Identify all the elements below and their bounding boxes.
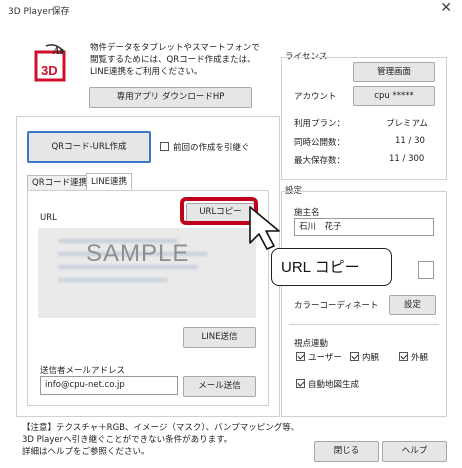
note-line-3: 詳細はヘルプをご参照ください。 — [22, 447, 150, 457]
callout-text: URL コピー — [281, 259, 360, 276]
hidden-input[interactable] — [418, 261, 434, 279]
admin-screen-button[interactable]: 管理画面 — [353, 62, 435, 82]
interior-label: 内観 — [362, 353, 380, 363]
max-save-label: 最大保存数： — [294, 156, 346, 166]
as-3d-logo: 3D As — [30, 42, 70, 84]
inherit-label: 前回の作成を引継ぐ — [173, 143, 250, 153]
help-button[interactable]: ヘルプ — [382, 441, 447, 462]
intro-text-1: 物件データをタブレットやスマートフォンで — [90, 43, 260, 53]
mail-send-button[interactable]: メール送信 — [183, 376, 256, 397]
tab-qr[interactable]: QRコード連携 — [27, 175, 93, 190]
owner-name-input[interactable]: 石川 花子 — [294, 218, 434, 236]
plan-value: プレミアム — [386, 119, 428, 129]
inherit-checkbox[interactable] — [160, 142, 169, 151]
sample-watermark: SAMPLE — [86, 240, 190, 267]
account-label: アカウント — [294, 92, 337, 102]
url-label: URL — [40, 213, 57, 223]
intro-text-3: LINE連携をご利用ください。 — [90, 67, 203, 77]
note-line-2: 3D Playerへ引き継ぐことができない条件があります。 — [22, 435, 233, 445]
note-line-1: 【注意】テクスチャ＋RGB、イメージ（マスク）、バンプマッピング等、 — [22, 423, 300, 433]
account-button[interactable]: cpu ***** — [353, 86, 435, 106]
color-coordinate-label: カラーコーディネート — [294, 301, 379, 311]
cursor-arrow-icon — [248, 205, 288, 256]
close-icon[interactable]: ✕ — [440, 0, 452, 16]
simultaneous-value: 11 / 30 — [395, 136, 425, 146]
divider — [289, 324, 439, 325]
close-button[interactable]: 閉じる — [314, 441, 379, 462]
url-blur-line — [58, 278, 168, 282]
plan-label: 利用プラン： — [294, 119, 346, 129]
window-title: 3D Player保存 — [8, 7, 70, 17]
auto-map-label: 自動地図生成 — [308, 380, 360, 390]
url-copy-highlight — [180, 197, 258, 225]
line-send-button[interactable]: LINE送信 — [183, 327, 256, 348]
simultaneous-label: 同時公開数： — [294, 138, 346, 148]
svg-text:3D: 3D — [41, 63, 58, 78]
sender-email-label: 送信者メールアドレス — [40, 366, 126, 376]
color-settings-button[interactable]: 設定 — [389, 295, 436, 315]
sender-email-input[interactable]: info@cpu-net.co.jp — [40, 376, 178, 395]
svg-text:As: As — [52, 46, 64, 57]
user-checkbox[interactable] — [296, 352, 305, 361]
viewpoint-label: 視点連動 — [294, 339, 329, 349]
exterior-checkbox[interactable] — [399, 352, 408, 361]
app-download-button[interactable]: 専用アプリ ダウンロードHP — [89, 87, 252, 108]
qr-url-create-button[interactable]: QRコード-URL作成 — [27, 131, 151, 163]
exterior-label: 外観 — [411, 353, 429, 363]
interior-checkbox[interactable] — [350, 352, 359, 361]
auto-map-checkbox[interactable] — [296, 379, 305, 388]
owner-label: 施主名 — [294, 208, 320, 218]
max-save-value: 11 / 300 — [389, 154, 425, 164]
intro-text-2: 閲覧するためには、QRコード作成または、 — [90, 55, 256, 65]
user-label: ユーザー — [308, 353, 342, 363]
tab-line[interactable]: LINE連携 — [86, 173, 132, 190]
